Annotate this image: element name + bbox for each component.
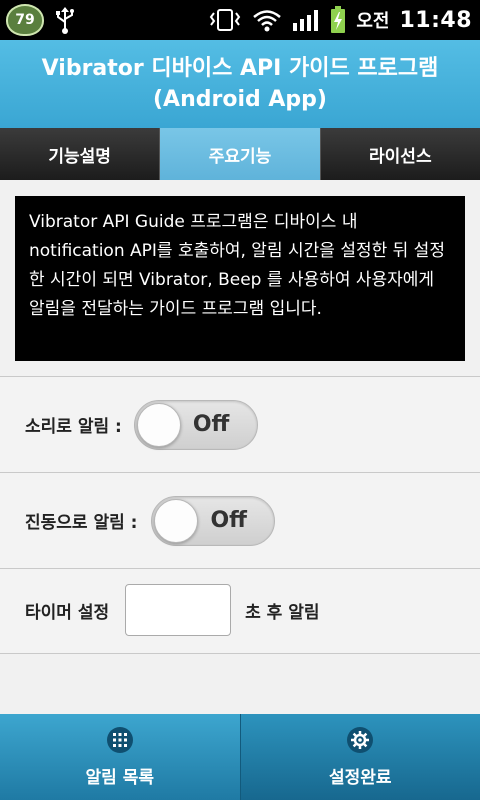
battery-charging-icon: [331, 6, 346, 33]
signal-strength-icon: [293, 10, 319, 31]
app-title-line1: Vibrator 디바이스 API 가이드 프로그램: [41, 56, 439, 81]
sound-alert-toggle[interactable]: Off: [133, 399, 258, 450]
usb-icon: [56, 7, 74, 34]
gear-icon: [347, 726, 374, 753]
tab-feature-description[interactable]: 기능설명: [0, 128, 161, 180]
tab-license[interactable]: 라이선스: [320, 128, 480, 180]
status-bar: 79 오전 11:48: [0, 0, 480, 40]
app-title-line2: (Android App): [153, 87, 327, 112]
settings-done-label: 설정완료: [328, 767, 392, 788]
description-box: Vibrator API Guide 프로그램은 디바이스 내 notifica…: [15, 196, 465, 361]
app-title-bar: Vibrator 디바이스 API 가이드 프로그램 (Android App): [0, 40, 480, 128]
alarm-list-button[interactable]: 알림 목록: [0, 714, 241, 800]
tab-main-features[interactable]: 주요기능: [160, 128, 321, 180]
timer-seconds-input[interactable]: [125, 584, 232, 636]
toggle-state: Off: [210, 507, 248, 533]
settings-done-button[interactable]: 설정완료: [240, 714, 480, 800]
toggle-knob: [136, 402, 181, 447]
vibrate-mode-icon: [210, 9, 241, 31]
description-text: Vibrator API Guide 프로그램은 디바이스 내 notifica…: [29, 212, 445, 319]
vibrate-alert-label: 진동으로 알림 :: [25, 513, 138, 533]
tab-bar: 기능설명 주요기능 라이선스: [0, 128, 480, 180]
vibrate-alert-toggle[interactable]: Off: [151, 495, 276, 546]
vibrate-alert-row: 진동으로 알림 : Off: [0, 473, 480, 569]
alarm-list-label: 알림 목록: [85, 767, 154, 788]
status-ampm: 오전: [356, 11, 390, 32]
timer-suffix: 초 후 알림: [245, 602, 320, 623]
grid-icon: [106, 726, 133, 753]
wifi-icon: [253, 10, 282, 32]
status-time: 11:48: [399, 7, 472, 33]
tab-label: 주요기능: [208, 146, 272, 167]
timer-row: 타이머 설정 초 후 알림: [0, 569, 480, 651]
sound-alert-row: 소리로 알림 : Off: [0, 377, 480, 473]
timer-label: 타이머 설정: [25, 602, 110, 623]
tab-label: 라이선스: [369, 146, 432, 167]
toggle-knob: [154, 498, 199, 543]
bottom-action-bar: 알림 목록 설정완료: [0, 714, 480, 800]
settings-panel: 소리로 알림 : Off 진동으로 알림 : Off 타이머 설정 초 후 알림: [0, 376, 480, 654]
badge-count: 79: [15, 12, 35, 28]
tab-label: 기능설명: [48, 146, 111, 167]
sound-alert-label: 소리로 알림 :: [25, 417, 122, 437]
toggle-state: Off: [192, 411, 230, 437]
notification-badge-icon: 79: [6, 4, 44, 36]
